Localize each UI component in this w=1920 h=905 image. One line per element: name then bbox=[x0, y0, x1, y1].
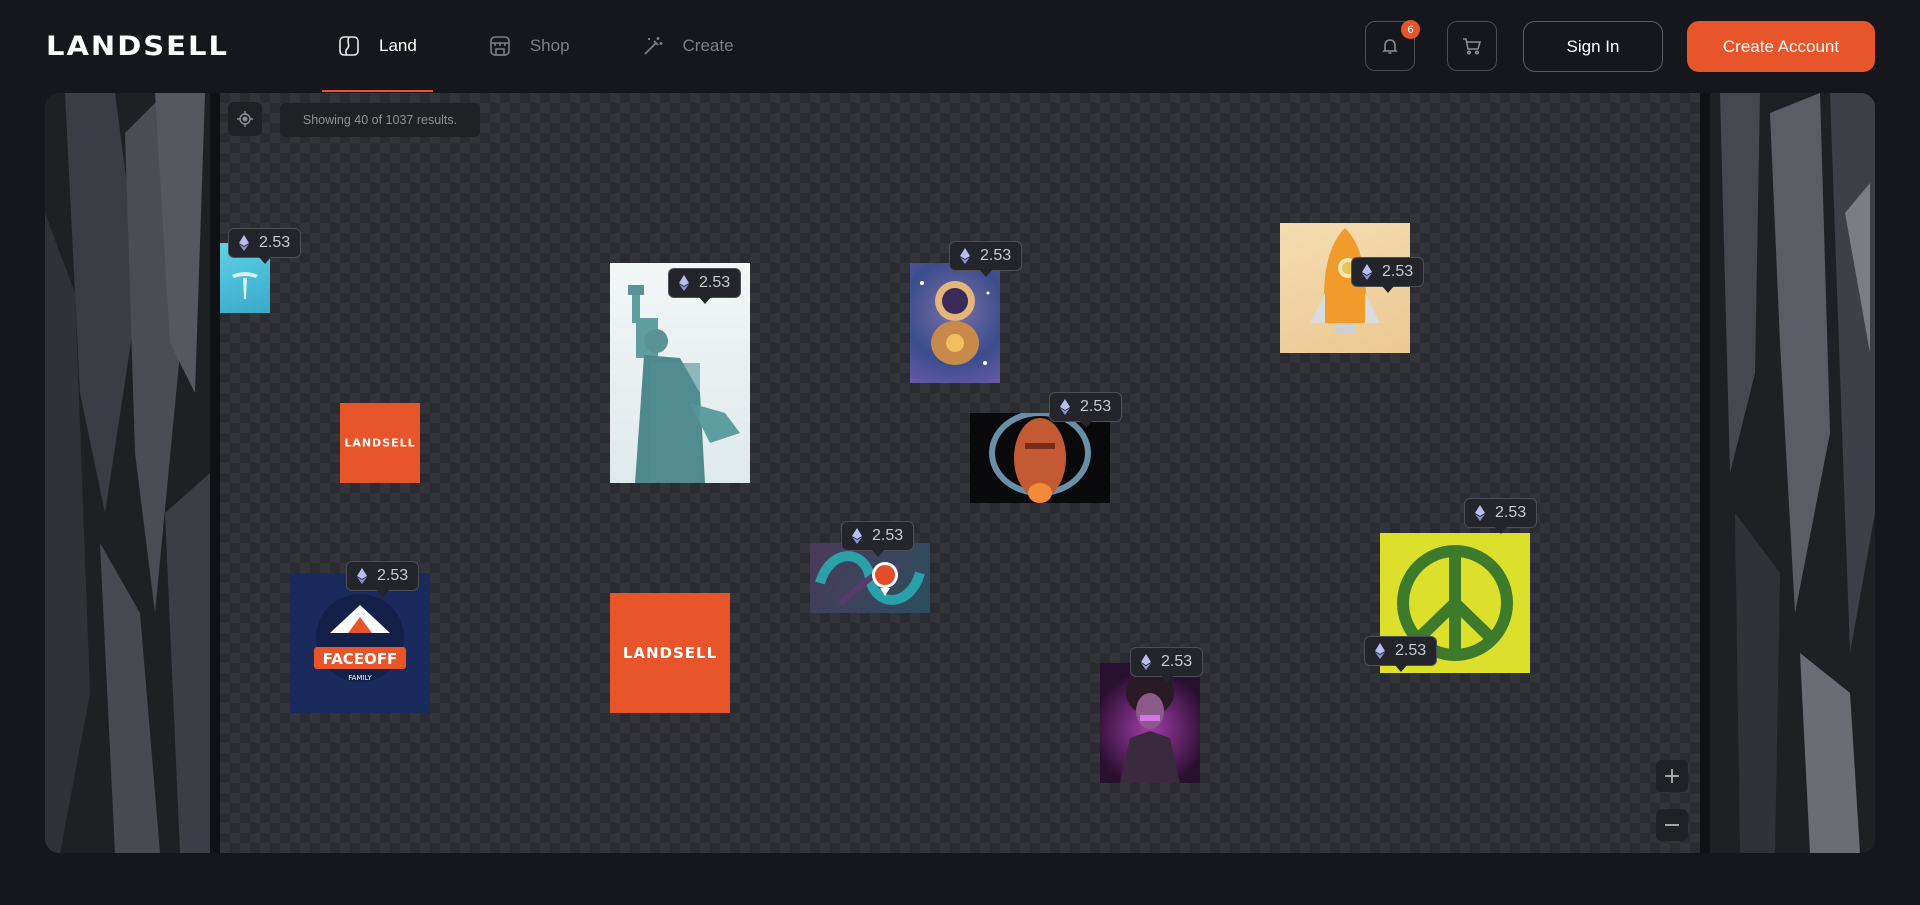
faceoff-subtitle: FAMILY bbox=[348, 674, 372, 682]
top-navigation-bar: LANDSELL Land Shop Create 6 Sign In Crea… bbox=[0, 0, 1920, 92]
price-tag[interactable]: 2.53 bbox=[1351, 257, 1425, 293]
ethereum-icon bbox=[1375, 643, 1385, 659]
landsell-logo[interactable]: LANDSELL bbox=[46, 30, 229, 61]
price-tag[interactable]: 2.53 bbox=[841, 521, 915, 557]
land-map[interactable]: Showing 40 of 1037 results. LANDSELL FAC… bbox=[45, 93, 1875, 853]
nav-tab-shop[interactable]: Shop bbox=[473, 0, 586, 92]
nav-tab-land[interactable]: Land bbox=[322, 0, 433, 92]
price-value: 2.53 bbox=[1382, 263, 1414, 280]
price-tag[interactable]: 2.53 bbox=[949, 241, 1023, 277]
loop-image bbox=[815, 551, 925, 606]
ethereum-icon bbox=[852, 528, 862, 544]
price-value: 2.53 bbox=[699, 274, 731, 291]
abstract-panel-graphic bbox=[1700, 93, 1875, 853]
price-tag[interactable]: 2.53 bbox=[346, 561, 420, 597]
ethereum-icon bbox=[357, 568, 367, 584]
sign-in-button[interactable]: Sign In bbox=[1523, 21, 1663, 72]
zoom-out-button[interactable] bbox=[1656, 809, 1688, 841]
price-value: 2.53 bbox=[1495, 504, 1527, 521]
nav-tab-label: Land bbox=[379, 36, 417, 55]
tile-landsell-logo-text: LANDSELL bbox=[622, 644, 718, 662]
price-value: 2.53 bbox=[1080, 398, 1112, 415]
ethereum-icon bbox=[239, 235, 249, 251]
locate-button[interactable] bbox=[228, 102, 262, 136]
notifications-button[interactable]: 6 bbox=[1365, 20, 1420, 71]
price-tag[interactable]: 2.53 bbox=[1464, 498, 1538, 534]
faceoff-title: FACEOFF bbox=[323, 650, 398, 668]
nav-tab-label: Create bbox=[682, 36, 734, 55]
notification-count-badge: 6 bbox=[1401, 20, 1420, 39]
tile-purple-character[interactable] bbox=[1100, 663, 1200, 783]
nav-tab-create[interactable]: Create bbox=[626, 0, 750, 92]
price-tag[interactable]: 2.53 bbox=[228, 228, 302, 264]
shop-icon bbox=[490, 36, 510, 56]
ethereum-icon bbox=[1362, 264, 1372, 280]
plus-icon bbox=[1665, 769, 1679, 783]
price-tag[interactable]: 2.53 bbox=[1049, 392, 1123, 428]
ethereum-icon bbox=[679, 275, 689, 291]
tile-landsell-small[interactable]: LANDSELL bbox=[340, 403, 420, 483]
faceoff-logo-image: FACEOFF FAMILY bbox=[314, 594, 406, 682]
magic-wand-icon bbox=[643, 37, 663, 55]
price-tag[interactable]: 2.53 bbox=[668, 268, 742, 304]
map-right-decoration bbox=[1700, 93, 1875, 853]
astronaut-image bbox=[920, 281, 990, 365]
main-nav: Land Shop Create bbox=[322, 0, 790, 92]
tile-landsell-logo-text: LANDSELL bbox=[344, 436, 416, 450]
zoom-in-button[interactable] bbox=[1656, 760, 1688, 792]
price-tag[interactable]: 2.53 bbox=[1130, 647, 1204, 683]
tile-landsell-large[interactable]: LANDSELL bbox=[610, 593, 730, 713]
create-account-button[interactable]: Create Account bbox=[1687, 21, 1875, 72]
price-value: 2.53 bbox=[872, 527, 904, 544]
tile-loop[interactable] bbox=[810, 543, 930, 613]
ethereum-icon bbox=[1060, 399, 1070, 415]
price-value: 2.53 bbox=[1395, 642, 1427, 659]
price-value: 2.53 bbox=[259, 234, 291, 251]
ethereum-icon bbox=[1475, 505, 1485, 521]
results-count: Showing 40 of 1037 results. bbox=[280, 103, 480, 137]
land-icon bbox=[339, 36, 359, 56]
map-grid[interactable] bbox=[220, 93, 1700, 853]
minus-icon bbox=[1665, 824, 1679, 826]
cart-icon bbox=[1463, 38, 1481, 55]
bell-icon bbox=[1382, 39, 1398, 54]
purple-character-image bbox=[1120, 671, 1180, 783]
price-value: 2.53 bbox=[1161, 653, 1193, 670]
map-left-decoration bbox=[45, 93, 220, 853]
tile-faceoff[interactable]: FACEOFF FAMILY bbox=[290, 573, 430, 713]
crosshair-icon bbox=[237, 111, 253, 127]
price-value: 2.53 bbox=[980, 247, 1012, 264]
ethereum-icon bbox=[1141, 654, 1151, 670]
location-pin[interactable] bbox=[872, 562, 898, 596]
ethereum-icon bbox=[960, 248, 970, 264]
tile-astronaut[interactable] bbox=[910, 263, 1000, 383]
price-value: 2.53 bbox=[377, 567, 409, 584]
abstract-panel-graphic bbox=[45, 93, 220, 853]
nav-tab-label: Shop bbox=[529, 36, 570, 55]
price-tag[interactable]: 2.53 bbox=[1364, 636, 1438, 672]
cart-button[interactable] bbox=[1447, 21, 1497, 71]
